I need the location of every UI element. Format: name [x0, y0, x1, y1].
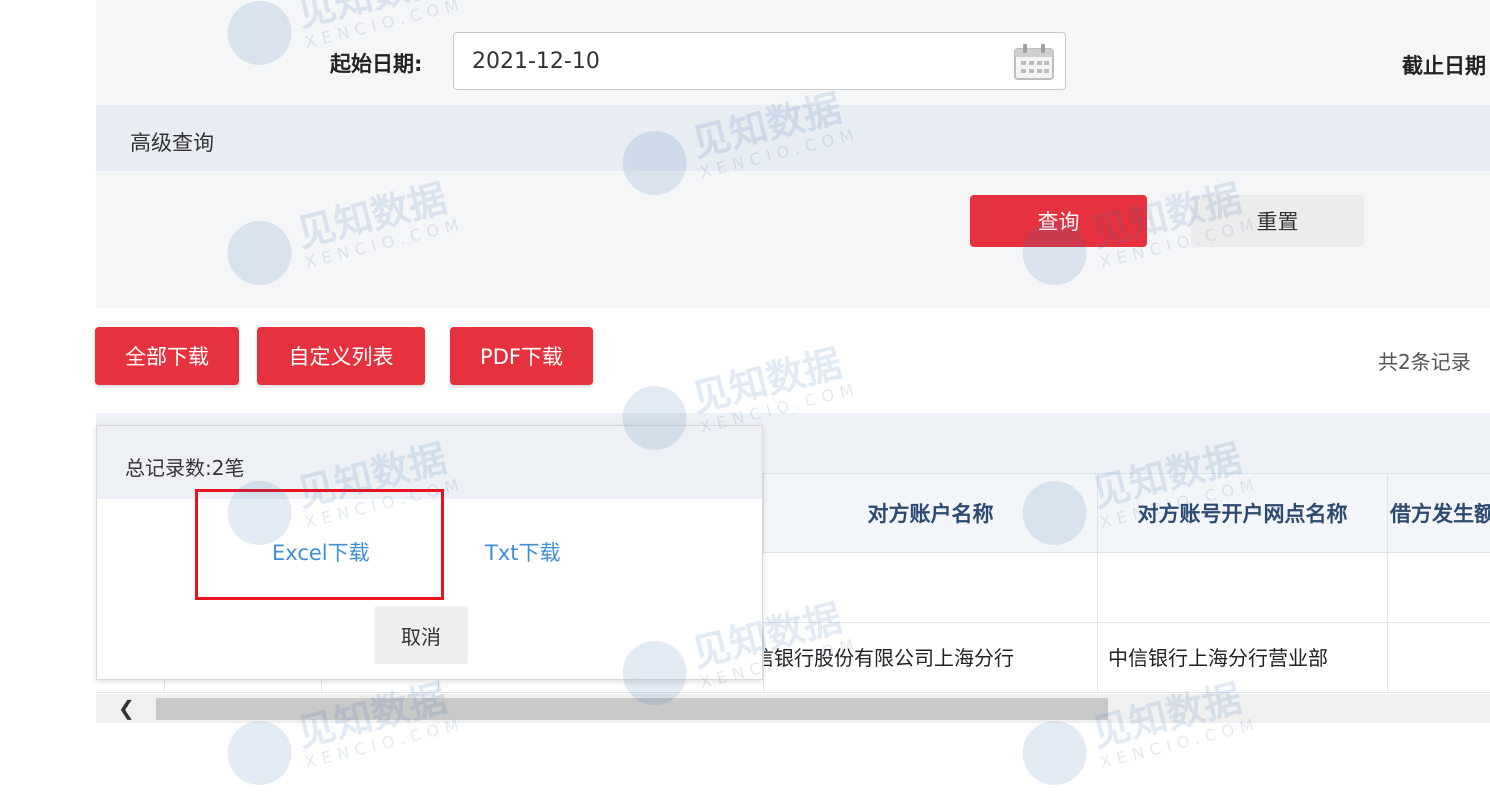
cell-debit-amount: [1387, 623, 1490, 693]
advanced-query-title[interactable]: 高级查询: [130, 127, 214, 157]
download-all-button[interactable]: 全部下载: [95, 327, 239, 385]
reset-button[interactable]: 重置: [1191, 195, 1364, 247]
custom-columns-button[interactable]: 自定义列表: [257, 327, 425, 385]
highlight-annotation: [195, 489, 444, 600]
pdf-download-button[interactable]: PDF下载: [450, 327, 593, 385]
page: 起始日期: 2021-12-10 截止日期 高级查询 查询 重置 全部下载 自定…: [0, 0, 1490, 811]
query-button[interactable]: 查询: [970, 195, 1147, 247]
dialog-title: 总记录数:2笔: [125, 456, 245, 480]
chevron-left-icon[interactable]: ❮: [118, 696, 135, 720]
column-divider: [1387, 553, 1388, 693]
column-header-branch-name: 对方账号开户网点名称: [1097, 474, 1387, 554]
txt-download-link[interactable]: Txt下载: [485, 537, 561, 567]
cancel-button[interactable]: 取消: [374, 606, 468, 664]
record-count: 共2条记录: [1378, 350, 1471, 374]
watermark-logo-icon: [220, 714, 299, 792]
column-header-counterparty-name: 对方账户名称: [763, 474, 1097, 554]
scrollbar-thumb[interactable]: [156, 698, 1108, 720]
start-date-value: 2021-12-10: [472, 49, 600, 74]
calendar-icon[interactable]: [1013, 43, 1055, 81]
column-header-debit-amount: 借方发生额: [1387, 474, 1490, 554]
cell-counterparty-name: 中信银行股份有限公司上海分行: [763, 623, 1097, 693]
download-dialog: 总记录数:2笔 Excel下载 Txt下载 取消: [96, 425, 763, 680]
cell-branch-name: 中信银行上海分行营业部: [1097, 623, 1387, 693]
end-date-label: 截止日期: [1402, 54, 1486, 78]
column-divider: [1097, 553, 1098, 693]
watermark-cn: 见知数据: [687, 340, 846, 420]
horizontal-scrollbar[interactable]: ❮: [96, 694, 1490, 723]
start-date-input[interactable]: 2021-12-10: [453, 32, 1066, 90]
watermark-logo-icon: [1015, 714, 1094, 792]
advanced-query-bar: 高级查询: [96, 105, 1490, 171]
start-date-label: 起始日期:: [330, 52, 423, 76]
